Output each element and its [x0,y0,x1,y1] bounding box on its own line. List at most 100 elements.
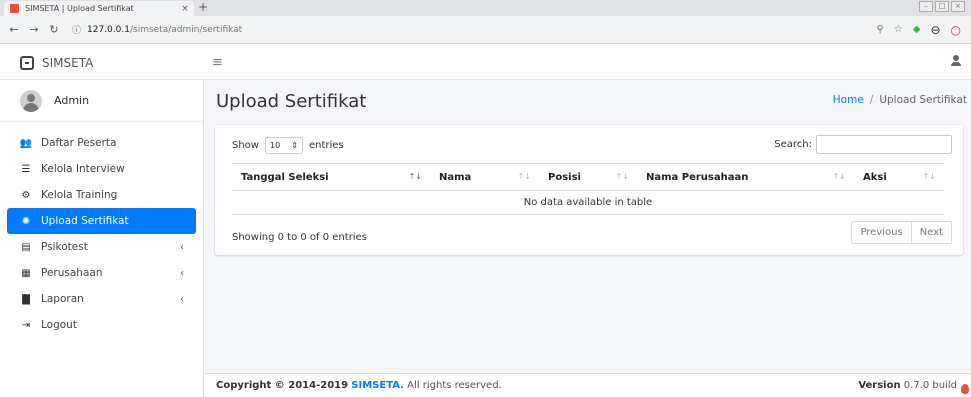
show-label: Show [232,140,259,151]
sidebar-menu: 👥 Daftar Peserta ☰ Kelola Interview ⚙ Ke… [0,130,203,338]
box-icon: ▤ [21,241,31,253]
window-controls: – □ × [919,1,965,12]
sidebar-item-perusahaan[interactable]: ▦ Perusahaan ‹ [7,260,196,286]
sidebar-item-label: Daftar Peserta [41,137,117,149]
tab-close-button[interactable]: × [180,4,190,14]
version-info: Version 0.7.0 build [858,380,957,391]
copyright: Copyright © 2014-2019 SIMSETA. All right… [216,380,502,391]
star-icon[interactable]: ☆ [894,24,903,35]
table-header-row: Tanggal Seleksi ↑↓ Nama ↑↓ Posisi ↑↓ Nama P… [232,163,944,191]
new-tab-button[interactable]: + [198,0,208,15]
sidebar-item-label: Psikotest [41,241,88,253]
sidebar-item-kelola-training[interactable]: ⚙ Kelola Training [7,182,196,208]
logout-icon: ⇥ [21,319,31,331]
column-header-label: Posisi [548,171,581,183]
main-content: Upload Sertifikat Home / Upload Sertifikat… [205,80,971,397]
browser-tab[interactable]: SIMSETA | Upload Sertifikat × [4,1,194,16]
flame-icon [961,384,969,394]
column-header-label: Aksi [863,171,887,183]
select-arrows-icon: ⇕ [291,141,298,150]
search-label: Search: [774,139,812,150]
version-value: 0.7.0 build [903,380,957,391]
sidebar-item-upload-sertifikat[interactable]: ✺ Upload Sertifikat [7,208,196,234]
sort-icon: ↑↓ [517,172,531,181]
browser-actions: ⚲ ☆ ◆ ⊖ ○ [876,23,961,37]
sort-icon: ↑↓ [922,172,936,181]
reload-icon[interactable]: ↻ [46,23,62,36]
previous-button[interactable]: Previous [852,222,910,243]
column-header-nama[interactable]: Nama ↑↓ [430,163,539,191]
hamburger-icon[interactable]: ≡ [212,55,223,70]
logo-icon [20,55,34,70]
sidebar-item-label: Perusahaan [41,267,103,279]
browser-tab-bar: SIMSETA | Upload Sertifikat × + – □ × [0,0,971,16]
column-header-tanggal-seleksi[interactable]: Tanggal Seleksi ↑↓ [232,163,430,191]
back-icon[interactable]: ← [6,23,22,36]
sidebar-item-label: Laporan [41,293,84,305]
minimize-button[interactable]: – [919,1,933,12]
brand-name: SIMSETA [42,55,94,70]
copyright-prefix: Copyright © 2014-2019 [216,380,349,391]
search-input[interactable] [816,135,952,154]
sidebar: Admin 👥 Daftar Peserta ☰ Kelola Intervie… [0,80,204,397]
chevron-left-icon: ‹ [180,241,184,253]
entries-value: 10 [269,141,281,150]
column-header-label: Tanggal Seleksi [241,171,329,183]
column-header-posisi[interactable]: Posisi ↑↓ [539,163,637,191]
next-button[interactable]: Next [910,222,951,243]
address-bar: ← → ↻ ⓘ 127.0.0.1/simseta/admin/sertifik… [0,16,971,44]
extension-icon[interactable]: ◆ [913,24,921,35]
brand[interactable]: SIMSETA [0,45,204,80]
entries-control: Show 10 ⇕ entries [232,137,344,154]
breadcrumb-current: Upload Sertifikat [879,94,967,106]
sidebar-item-psikotest[interactable]: ▤ Psikotest ‹ [7,234,196,260]
user-panel: Admin [0,80,203,122]
chevron-left-icon: ‹ [180,267,184,279]
opera-icon[interactable]: ○ [951,23,961,37]
sidebar-item-laporan[interactable]: ▇ Laporan ‹ [7,286,196,312]
breadcrumb-separator: / [869,94,874,106]
cogs-icon: ⚙ [21,189,31,201]
table-info: Showing 0 to 0 of 0 entries [232,232,367,243]
avatar [20,89,42,112]
url-path: /simseta/admin/sertifikat [129,24,243,35]
favicon-icon [10,4,19,13]
url-field[interactable]: ⓘ 127.0.0.1/simseta/admin/sertifikat [72,23,876,37]
certificate-icon: ✺ [21,215,31,227]
entries-label: entries [308,140,344,151]
footer: Copyright © 2014-2019 SIMSETA. All right… [205,373,971,397]
empty-table-message: No data available in table [232,190,944,215]
chevron-left-icon: ‹ [180,293,184,305]
sidebar-item-logout[interactable]: ⇥ Logout [7,312,196,338]
copyright-rights: All rights reserved. [407,380,502,391]
sidebar-item-label: Logout [41,319,77,331]
close-window-button[interactable]: × [951,1,965,12]
sidebar-item-label: Kelola Interview [41,163,125,175]
info-icon[interactable]: ⓘ [72,23,81,36]
sidebar-item-daftar-peserta[interactable]: 👥 Daftar Peserta [7,130,196,156]
account-icon[interactable]: ⊖ [930,23,940,37]
forward-icon[interactable]: → [26,23,42,36]
list-icon: ☰ [21,163,31,175]
sort-icon: ↑↓ [832,172,846,181]
column-header-nama-perusahaan[interactable]: Nama Perusahaan ↑↓ [637,163,854,191]
column-header-aksi[interactable]: Aksi ↑↓ [854,163,944,191]
version-label: Version [858,380,901,391]
users-icon: 👥 [19,137,33,149]
page-title: Upload Sertifikat [216,91,367,112]
app-header: SIMSETA ≡ [0,45,971,80]
column-header-label: Nama Perusahaan [646,171,749,183]
entries-select[interactable]: 10 ⇕ [264,137,303,154]
sidebar-item-kelola-interview[interactable]: ☰ Kelola Interview [7,156,196,182]
data-table: Tanggal Seleksi ↑↓ Nama ↑↓ Posisi ↑↓ Nama P… [232,163,944,215]
search-control: Search: [774,135,952,154]
breadcrumb-home-link[interactable]: Home [833,94,864,106]
maximize-button[interactable]: □ [935,1,949,12]
user-icon[interactable] [951,55,961,67]
sort-icon: ↑↓ [615,172,629,181]
user-name: Admin [54,94,90,107]
url-host: 127.0.0.1 [87,24,130,35]
sidebar-item-label: Kelola Training [41,189,118,201]
footer-brand-link[interactable]: SIMSETA. [351,380,404,391]
zoom-icon[interactable]: ⚲ [876,24,883,35]
